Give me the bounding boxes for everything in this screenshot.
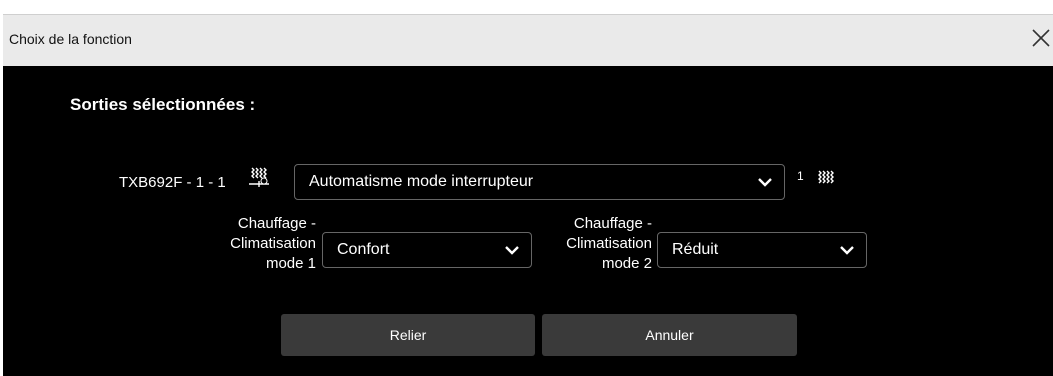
mode2-label-line1: Chauffage - [573, 215, 652, 232]
link-button[interactable]: Relier [281, 314, 535, 356]
function-choice-dialog: Choix de la fonction Sorties sélectionné… [0, 0, 1053, 376]
device-label: TXB692F - 1 - 1 [119, 174, 226, 191]
mode1-label-line1: Chauffage - [237, 215, 316, 232]
mode1-label-line2: Climatisation [230, 235, 316, 252]
mode1-select[interactable]: Confort [322, 232, 532, 268]
chevron-down-icon [758, 178, 772, 187]
close-icon[interactable] [1029, 26, 1053, 50]
chevron-down-icon [840, 246, 854, 255]
cancel-button[interactable]: Annuler [542, 314, 797, 356]
function-select[interactable]: Automatisme mode interrupteur [294, 164, 785, 200]
mode2-label-line3: mode 2 [601, 255, 652, 272]
function-select-value: Automatisme mode interrupteur [309, 173, 534, 190]
mode2-label-line2: Climatisation [566, 235, 652, 252]
mode2-select-value: Réduit [672, 241, 719, 258]
mode1-select-value: Confort [337, 241, 390, 258]
heating-icon [818, 170, 834, 184]
mode2-label: Chauffage - Climatisation mode 2 [529, 214, 652, 274]
mode2-select[interactable]: Réduit [657, 232, 867, 268]
heating-output-icon [249, 167, 269, 187]
dialog-content: Sorties sélectionnées : TXB692F - 1 - 1 … [3, 66, 1053, 376]
chevron-down-icon [505, 246, 519, 255]
selected-outputs-heading: Sorties sélectionnées : [70, 95, 256, 114]
dialog-title: Choix de la fonction [9, 31, 132, 47]
mode1-label: Chauffage - Climatisation mode 1 [193, 214, 316, 274]
output-count: 1 [797, 169, 804, 183]
dialog-titlebar: Choix de la fonction [3, 14, 1053, 66]
mode1-label-line3: mode 1 [265, 255, 316, 272]
